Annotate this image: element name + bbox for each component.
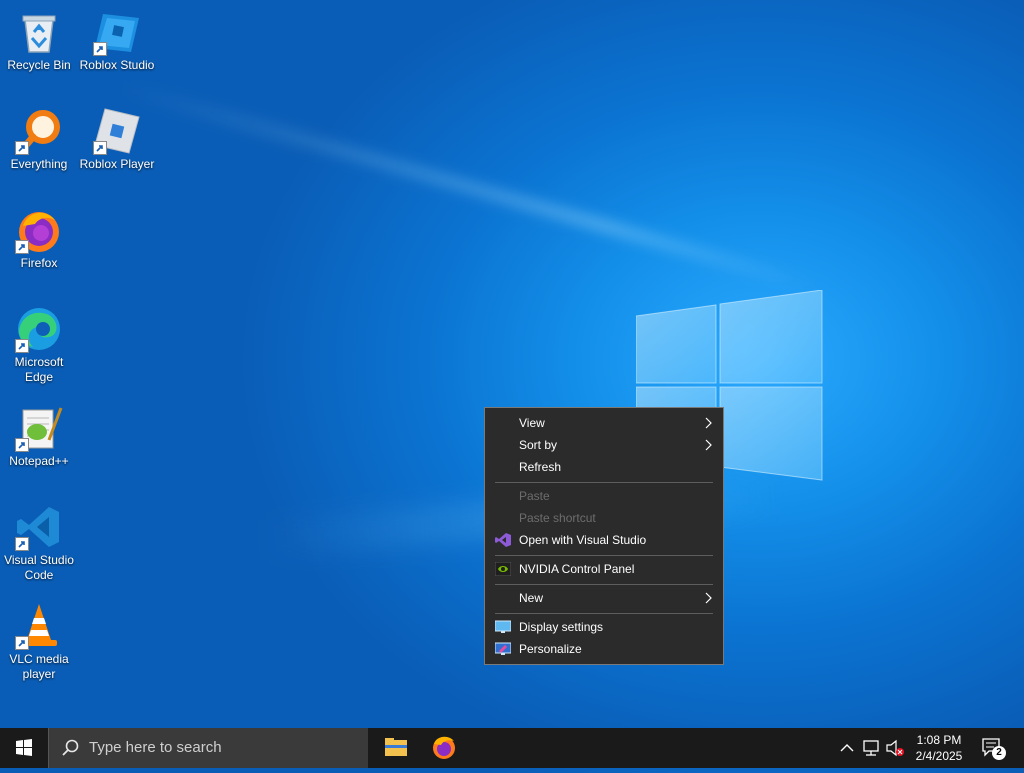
shortcut-arrow-icon	[15, 240, 29, 254]
desktop-icon-label: Firefox	[20, 256, 58, 270]
menu-item-view[interactable]: View	[485, 412, 723, 434]
shortcut-arrow-icon	[15, 438, 29, 452]
search-placeholder: Type here to search	[89, 739, 222, 756]
taskbar-firefox[interactable]	[420, 728, 468, 768]
firefox-icon	[433, 736, 455, 759]
menu-separator	[495, 482, 713, 483]
personalize-icon	[495, 642, 511, 655]
menu-item-paste-shortcut: Paste shortcut	[485, 507, 723, 529]
menu-item-new[interactable]: New	[485, 587, 723, 609]
notepadpp-icon	[15, 404, 63, 452]
menu-item-refresh[interactable]: Refresh	[485, 456, 723, 478]
menu-item-label: Sort by	[519, 438, 558, 452]
taskbar-search-box[interactable]: Type here to search	[48, 728, 368, 768]
chevron-up-icon[interactable]	[838, 728, 856, 768]
menu-item-label: View	[519, 416, 545, 430]
roblox-player-icon	[93, 107, 141, 155]
everything-search-icon	[15, 107, 63, 155]
shortcut-arrow-icon	[15, 537, 29, 551]
taskbar: Type here to search 1:08 PM 2/4/2025 2	[0, 728, 1024, 768]
chevron-right-icon	[705, 592, 712, 604]
desktop-icon-label: Roblox Player	[79, 157, 155, 171]
start-button[interactable]	[0, 728, 48, 768]
display-icon	[495, 620, 511, 633]
menu-item-label: NVIDIA Control Panel	[519, 562, 635, 576]
chevron-right-icon	[705, 439, 712, 451]
menu-item-label: Personalize	[519, 642, 582, 656]
menu-item-nvidia-control-panel[interactable]: NVIDIA Control Panel	[485, 558, 723, 580]
desktop-icon-label: Notepad++	[9, 454, 69, 468]
edge-icon	[15, 305, 63, 353]
windows-start-icon	[16, 739, 32, 756]
desktop-context-menu: View Sort by Refresh Paste Paste shortcu…	[484, 407, 724, 665]
network-icon[interactable]	[860, 728, 882, 768]
desktop-icon-vlc[interactable]: VLC media player	[1, 596, 77, 682]
roblox-studio-icon	[93, 8, 141, 56]
chevron-right-icon	[705, 417, 712, 429]
clock-date: 2/4/2025	[915, 749, 963, 763]
menu-item-sort-by[interactable]: Sort by	[485, 434, 723, 456]
desktop-icon-edge[interactable]: Microsoft Edge	[1, 299, 77, 385]
taskbar-clock[interactable]: 1:08 PM 2/4/2025	[906, 732, 972, 764]
wallpaper-light-beam	[118, 80, 815, 293]
volume-muted-icon[interactable]	[884, 728, 906, 768]
desktop-icon-label: Visual Studio Code	[4, 553, 74, 582]
desktop-icon-label: Everything	[10, 157, 68, 171]
menu-item-label: New	[519, 591, 544, 605]
search-icon	[62, 739, 79, 756]
menu-separator	[495, 555, 713, 556]
desktop-icon-firefox[interactable]: Firefox	[1, 200, 77, 271]
menu-item-open-with-visual-studio[interactable]: Open with Visual Studio	[485, 529, 723, 551]
menu-item-label: Open with Visual Studio	[519, 533, 647, 547]
menu-item-personalize[interactable]: Personalize	[485, 638, 723, 660]
menu-item-display-settings[interactable]: Display settings	[485, 616, 723, 638]
shortcut-arrow-icon	[15, 141, 29, 155]
menu-item-label: Display settings	[519, 620, 604, 634]
shortcut-arrow-icon	[15, 636, 29, 650]
shortcut-arrow-icon	[15, 339, 29, 353]
desktop-icon-recycle-bin[interactable]: Recycle Bin	[1, 2, 77, 73]
shortcut-arrow-icon	[93, 42, 107, 56]
vscode-icon	[15, 503, 63, 551]
recycle-bin-icon	[15, 8, 63, 56]
desktop-icon-roblox-player[interactable]: Roblox Player	[79, 101, 155, 172]
taskbar-file-explorer[interactable]	[371, 728, 419, 768]
file-explorer-icon	[385, 738, 407, 756]
desktop-icon-notepadpp[interactable]: Notepad++	[1, 398, 77, 469]
desktop-icon-roblox-studio[interactable]: Roblox Studio	[79, 2, 155, 73]
desktop-icon-label: Microsoft Edge	[14, 355, 64, 384]
desktop-icon-label: Roblox Studio	[79, 58, 155, 72]
desktop-icon-label: Recycle Bin	[7, 58, 71, 72]
action-center-button[interactable]: 2	[980, 736, 1006, 760]
menu-separator	[495, 613, 713, 614]
desktop-icon-everything[interactable]: Everything	[1, 101, 77, 172]
clock-time: 1:08 PM	[916, 733, 962, 747]
menu-item-paste: Paste	[485, 485, 723, 507]
nvidia-icon	[495, 562, 511, 576]
menu-item-label: Paste	[519, 489, 550, 503]
desktop-icon-label: VLC media player	[9, 652, 69, 681]
menu-item-label: Paste shortcut	[519, 511, 596, 525]
visual-studio-icon	[495, 533, 511, 547]
vlc-icon	[15, 602, 63, 650]
notification-count-badge: 2	[992, 746, 1006, 760]
menu-item-label: Refresh	[519, 460, 562, 474]
desktop-icon-vscode[interactable]: Visual Studio Code	[1, 497, 77, 583]
shortcut-arrow-icon	[93, 141, 107, 155]
menu-separator	[495, 584, 713, 585]
firefox-icon	[15, 206, 63, 254]
